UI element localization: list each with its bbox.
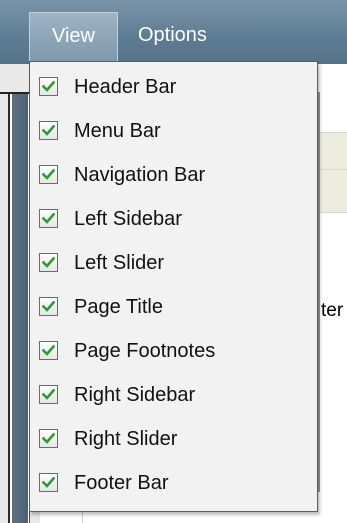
menu-item-right-slider[interactable]: Right Slider <box>30 418 317 462</box>
checkbox-checked-icon[interactable] <box>39 165 58 184</box>
checkbox-checked-icon[interactable] <box>39 341 58 360</box>
menu-item-label: Menu Bar <box>74 120 161 142</box>
menu-item-label: Header Bar <box>74 76 177 98</box>
checkbox-checked-icon[interactable] <box>39 253 58 272</box>
menu-item-label: Left Slider <box>74 252 165 274</box>
background-partial-text: ter <box>321 300 344 321</box>
background-toolbar-row <box>318 132 347 170</box>
checkbox-checked-icon[interactable] <box>39 297 58 316</box>
menu-bar: View Options <box>0 0 347 64</box>
background-content <box>318 213 347 523</box>
checkbox-checked-icon[interactable] <box>39 121 58 140</box>
menu-item-right-sidebar[interactable]: Right Sidebar <box>30 374 317 418</box>
menu-item-footer-bar[interactable]: Footer Bar <box>30 462 317 506</box>
checkbox-checked-icon[interactable] <box>39 385 58 404</box>
menu-item-left-slider[interactable]: Left Slider <box>30 242 317 286</box>
menu-item-menu-bar[interactable]: Menu Bar <box>30 110 317 154</box>
checkbox-checked-icon[interactable] <box>39 77 58 96</box>
menu-item-navigation-bar[interactable]: Navigation Bar <box>30 154 317 198</box>
menu-item-page-title[interactable]: Page Title <box>30 286 317 330</box>
menu-item-label: Page Footnotes <box>74 340 216 362</box>
checkbox-checked-icon[interactable] <box>39 429 58 448</box>
background-divider <box>318 92 320 523</box>
menu-item-header-bar[interactable]: Header Bar <box>30 66 317 110</box>
background-left-sidebar <box>12 94 28 523</box>
background-panel <box>318 92 347 132</box>
background-toolbar-row <box>318 170 347 213</box>
menu-item-label: Left Sidebar <box>74 208 182 230</box>
menu-options[interactable]: Options <box>138 12 238 61</box>
checkbox-checked-icon[interactable] <box>39 209 58 228</box>
menu-item-page-footnotes[interactable]: Page Footnotes <box>30 330 317 374</box>
menu-item-label: Footer Bar <box>74 472 169 494</box>
menu-item-label: Navigation Bar <box>74 164 206 186</box>
menu-item-left-sidebar[interactable]: Left Sidebar <box>30 198 317 242</box>
menu-item-label: Page Title <box>74 296 163 318</box>
menu-view[interactable]: View <box>29 12 118 61</box>
menu-item-label: Right Sidebar <box>74 384 196 406</box>
menu-item-label: Right Slider <box>74 428 178 450</box>
view-dropdown-menu: Header Bar Menu Bar Navigation Bar Left … <box>29 61 318 512</box>
checkbox-checked-icon[interactable] <box>39 473 58 492</box>
